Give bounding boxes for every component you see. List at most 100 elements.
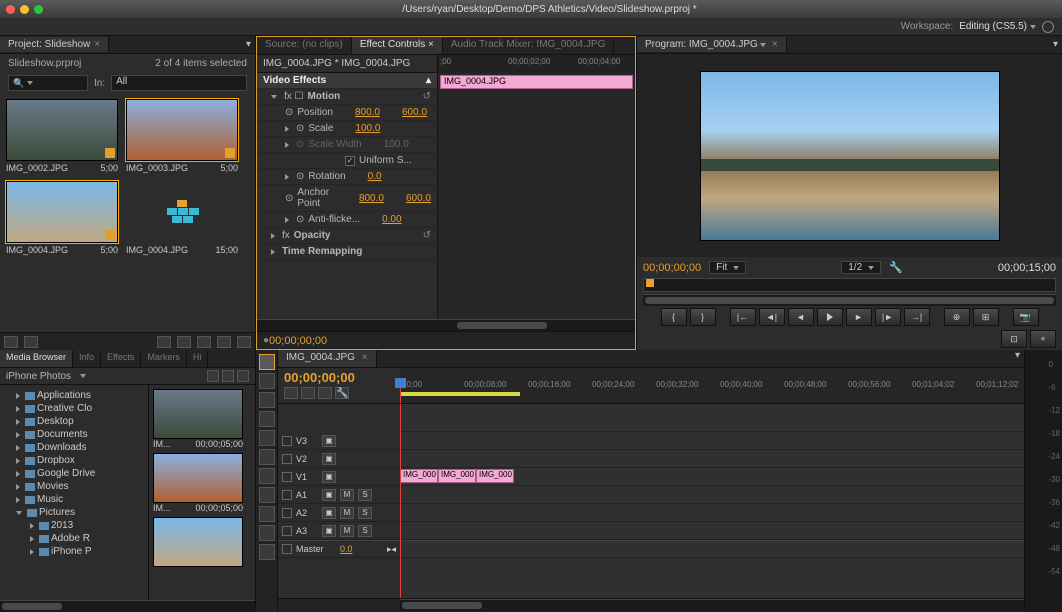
slide-tool[interactable] xyxy=(259,487,275,503)
lane-master[interactable] xyxy=(400,540,1024,558)
hand-tool[interactable] xyxy=(259,525,275,541)
razor-tool[interactable] xyxy=(259,449,275,465)
close-icon[interactable]: × xyxy=(425,39,434,50)
maximize-dot[interactable] xyxy=(34,5,43,14)
media-path[interactable]: iPhone Photos xyxy=(6,371,71,382)
track-select-tool[interactable] xyxy=(259,373,275,389)
track-v3[interactable]: V3▣ xyxy=(278,432,400,450)
export-frame-button[interactable]: 📷 xyxy=(1013,308,1039,326)
program-tc-left[interactable]: 00;00;00;00 xyxy=(643,262,701,274)
lock-icon[interactable] xyxy=(282,472,292,482)
mute-button[interactable]: M xyxy=(340,507,354,519)
program-ruler[interactable] xyxy=(643,278,1056,292)
list-view-button[interactable] xyxy=(4,336,18,348)
rolling-edit-tool[interactable] xyxy=(259,411,275,427)
media-browser-tab[interactable]: Media Browser xyxy=(0,350,73,367)
scale-prop[interactable]: ⊙ Scale100.0 xyxy=(257,121,437,136)
search-icon[interactable] xyxy=(1042,21,1054,33)
flicker-prop[interactable]: ⊙ Anti-flicke...0.00 xyxy=(257,212,437,227)
toggle-output-button[interactable]: ▣ xyxy=(322,453,336,465)
mute-button[interactable]: ▣ xyxy=(322,507,336,519)
bin-item[interactable]: IMG_0003.JPG5;00 xyxy=(126,99,238,173)
lock-icon[interactable] xyxy=(282,454,292,464)
close-dot[interactable] xyxy=(6,5,15,14)
program-monitor[interactable] xyxy=(700,71,1000,241)
close-icon[interactable]: × xyxy=(772,39,778,50)
mute-button[interactable]: M xyxy=(340,525,354,537)
bin-item[interactable]: IMG_0004.JPG15;00 xyxy=(126,181,238,255)
program-scrollbar[interactable] xyxy=(645,297,1054,304)
audio-mixer-tab[interactable]: Audio Track Mixer: IMG_0004.JPG xyxy=(443,37,615,54)
close-icon[interactable]: × xyxy=(94,39,100,50)
mute-button[interactable]: M xyxy=(340,489,354,501)
lock-icon[interactable] xyxy=(282,490,292,500)
lock-icon[interactable] xyxy=(282,508,292,518)
in-filter-select[interactable]: All xyxy=(111,75,247,91)
fit-select[interactable]: Fit xyxy=(709,261,746,274)
step-back-button[interactable]: ◄| xyxy=(759,308,785,326)
anchor-x-value[interactable]: 800.0 xyxy=(359,193,384,204)
lane-a3[interactable] xyxy=(400,522,1024,540)
track-a3[interactable]: A3▣MS xyxy=(278,522,400,540)
track-v1[interactable]: V1▣ xyxy=(278,468,400,486)
mark-in-button[interactable]: { xyxy=(661,308,687,326)
media-thumb[interactable]: IM...00;00;05;00 xyxy=(153,453,243,513)
mark-out-button[interactable]: } xyxy=(690,308,716,326)
tree-item[interactable]: Google Drive xyxy=(2,467,146,480)
scale-value[interactable]: 100.0 xyxy=(355,123,380,134)
toggle-output-button[interactable]: ▣ xyxy=(322,471,336,483)
track-master[interactable]: Master0.0▸◂ xyxy=(278,540,400,558)
extract-button[interactable]: ⊞ xyxy=(973,308,999,326)
timeline-ruler[interactable]: 00;00 00;00;08;00 00;00;16;00 00;00;24;0… xyxy=(400,368,1024,403)
ec-scrollbar[interactable] xyxy=(457,322,547,329)
effects-tab[interactable]: Effects xyxy=(101,350,141,367)
video-effects-header[interactable]: Video Effects▴ xyxy=(257,73,437,88)
ec-timecode[interactable]: 00;00;00;00 xyxy=(269,335,327,347)
history-tab[interactable]: Hi xyxy=(187,350,209,367)
tree-item[interactable]: Creative Clo xyxy=(2,402,146,415)
settings-icon[interactable]: 🔧 xyxy=(889,261,903,274)
bin-item[interactable]: IMG_0004.JPG5;00 xyxy=(6,181,118,255)
reset-icon[interactable]: ↺ xyxy=(423,230,431,241)
timeline-clip[interactable]: IMG_000 xyxy=(438,469,476,483)
minimize-dot[interactable] xyxy=(20,5,29,14)
new-item-button[interactable] xyxy=(217,336,231,348)
lift-button[interactable]: ⊕ xyxy=(944,308,970,326)
tree-item[interactable]: Downloads xyxy=(2,441,146,454)
position-y-value[interactable]: 600.0 xyxy=(402,107,427,118)
chevron-down-icon[interactable] xyxy=(760,43,766,47)
reset-icon[interactable]: ↺ xyxy=(423,91,431,102)
pen-tool[interactable] xyxy=(259,506,275,522)
position-prop[interactable]: ⊙ Position800.0 600.0 xyxy=(257,105,437,120)
opacity-effect[interactable]: fx Opacity↺ xyxy=(257,228,437,243)
step-fwd-button[interactable]: |► xyxy=(875,308,901,326)
track-a1[interactable]: A1▣MS xyxy=(278,486,400,504)
lock-icon[interactable] xyxy=(282,436,292,446)
timeline-timecode[interactable]: 00;00;00;00 xyxy=(284,370,394,385)
slip-tool[interactable] xyxy=(259,468,275,484)
panel-menu-icon[interactable]: ▾ xyxy=(242,39,255,50)
tree-item[interactable]: Music xyxy=(2,493,146,506)
info-tab[interactable]: Info xyxy=(73,350,101,367)
tree-item[interactable]: 2013 xyxy=(2,519,146,532)
timeline-scrollbar[interactable] xyxy=(402,602,482,609)
lane-a1[interactable] xyxy=(400,486,1024,504)
tree-item[interactable]: Applications xyxy=(2,389,146,402)
tree-item[interactable]: Pictures xyxy=(2,506,146,519)
marker-button[interactable] xyxy=(318,387,332,399)
playhead-head-icon[interactable] xyxy=(395,378,406,388)
time-remap-effect[interactable]: Time Remapping xyxy=(257,244,437,259)
lane-v2[interactable] xyxy=(400,450,1024,468)
track-a2[interactable]: A2▣MS xyxy=(278,504,400,522)
go-to-out-button[interactable]: →| xyxy=(904,308,930,326)
bin-item[interactable]: IMG_0002.JPG5;00 xyxy=(6,99,118,173)
selection-tool[interactable] xyxy=(259,354,275,370)
media-thumb[interactable] xyxy=(153,517,243,567)
close-icon[interactable]: × xyxy=(359,352,368,363)
ripple-edit-tool[interactable] xyxy=(259,392,275,408)
automate-button[interactable] xyxy=(157,336,171,348)
lane-v3[interactable] xyxy=(400,432,1024,450)
toggle-output-button[interactable]: ▣ xyxy=(322,435,336,447)
window-controls[interactable] xyxy=(6,5,43,14)
snap-button[interactable] xyxy=(284,387,298,399)
